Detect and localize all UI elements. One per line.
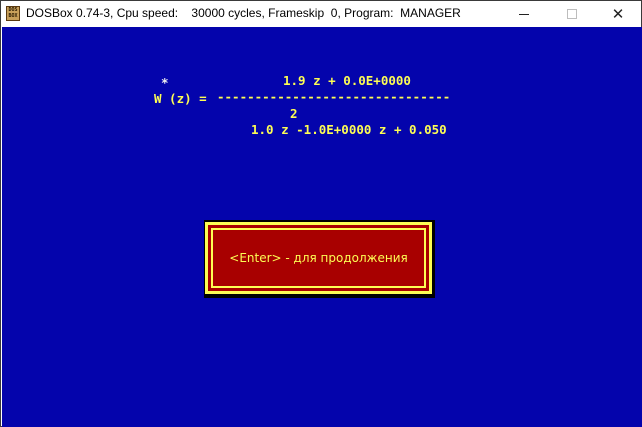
dos-screen[interactable]: * 1.9 z + 0.0E+0000 W (z) = ------------… xyxy=(2,27,642,427)
formula-denominator: 1.0 z -1.0E+0000 z + 0.050 xyxy=(251,122,447,137)
minimize-button[interactable] xyxy=(501,1,547,27)
close-button[interactable]: ✕ xyxy=(595,1,641,27)
continue-prompt: <Enter> - для продолжения xyxy=(229,251,408,265)
title-bar[interactable]: DOS BOX DOSBox 0.74-3, Cpu speed: 30000 … xyxy=(1,1,641,27)
formula-star: * xyxy=(161,75,169,90)
dialog-inner-frame: <Enter> - для продолжения xyxy=(211,228,426,288)
formula-exponent: 2 xyxy=(290,106,298,121)
window-title: DOSBox 0.74-3, Cpu speed: 30000 cycles, … xyxy=(26,6,461,20)
dosbox-app-icon[interactable]: DOS BOX xyxy=(6,6,20,21)
formula-fraction-bar: ------------------------------- xyxy=(217,89,451,104)
maximize-icon xyxy=(567,9,577,19)
continue-dialog[interactable]: <Enter> - для продолжения xyxy=(205,222,432,294)
minimize-icon xyxy=(519,13,529,15)
icon-text-bottom: BOX xyxy=(8,13,18,19)
maximize-button[interactable] xyxy=(549,1,595,27)
close-icon: ✕ xyxy=(611,5,625,23)
formula-lhs: W (z) = xyxy=(154,91,207,106)
formula-numerator: 1.9 z + 0.0E+0000 xyxy=(283,73,411,88)
dosbox-window: DOS BOX DOSBox 0.74-3, Cpu speed: 30000 … xyxy=(0,0,642,427)
